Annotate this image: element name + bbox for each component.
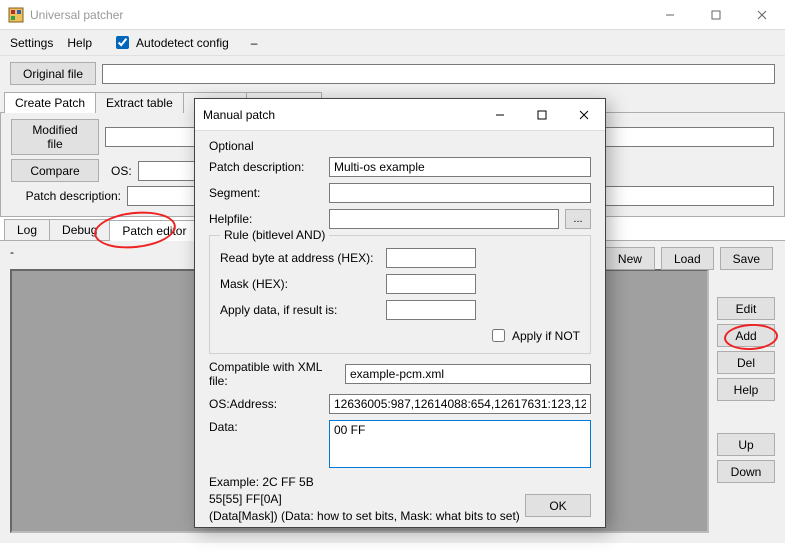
tab-create-patch[interactable]: Create Patch (4, 92, 96, 113)
titlebar: Universal patcher (0, 0, 785, 30)
dialog-maximize-button[interactable] (521, 99, 563, 131)
edit-button[interactable]: Edit (717, 297, 775, 320)
rule-legend: Rule (bitlevel AND) (220, 228, 329, 242)
data-label: Data: (209, 420, 323, 434)
dlg-patch-desc-label: Patch description: (209, 160, 323, 174)
dialog-minimize-button[interactable] (479, 99, 521, 131)
mask-label: Mask (HEX): (220, 277, 380, 291)
dlg-helpfile-browse-button[interactable]: ... (565, 209, 591, 229)
dlg-segment-label: Segment: (209, 186, 323, 200)
add-button[interactable]: Add (717, 324, 775, 347)
mask-input[interactable] (386, 274, 476, 294)
data-textarea[interactable] (329, 420, 591, 468)
read-byte-input[interactable] (386, 248, 476, 268)
compat-label: Compatible with XML file: (209, 360, 339, 388)
read-byte-label: Read byte at address (HEX): (220, 251, 380, 265)
autodetect-label: Autodetect config (136, 36, 229, 50)
tab-log[interactable]: Log (4, 219, 50, 240)
autodetect-checkbox[interactable]: Autodetect config (112, 33, 229, 52)
optional-label: Optional (209, 139, 591, 153)
patch-desc-label: Patch description: (11, 189, 121, 203)
apply-if-not-checkbox[interactable] (492, 329, 505, 342)
list-top-buttons: New Load Save (605, 247, 773, 270)
del-button[interactable]: Del (717, 351, 775, 374)
menubar: Settings Help Autodetect config – (0, 30, 785, 56)
load-button[interactable]: Load (661, 247, 714, 270)
original-file-row: Original file (0, 56, 785, 91)
dlg-segment-input[interactable] (329, 183, 591, 203)
dialog-close-button[interactable] (563, 99, 605, 131)
compare-button[interactable]: Compare (11, 159, 99, 182)
dlg-helpfile-label: Helpfile: (209, 212, 323, 226)
tab-extract-table[interactable]: Extract table (95, 92, 184, 113)
original-file-input[interactable] (102, 64, 775, 84)
apply-data-label: Apply data, if result is: (220, 303, 380, 317)
menu-settings[interactable]: Settings (10, 36, 53, 50)
down-button[interactable]: Down (717, 460, 775, 483)
example-line1: Example: 2C FF 5B (209, 474, 591, 491)
ok-button[interactable]: OK (525, 494, 591, 517)
apply-if-not-label: Apply if NOT (512, 329, 580, 343)
new-button[interactable]: New (605, 247, 655, 270)
modified-file-button[interactable]: Modified file (11, 119, 99, 155)
dlg-helpfile-input[interactable] (329, 209, 559, 229)
os-label: OS: (111, 164, 132, 178)
manual-patch-dialog: Manual patch Optional Patch description:… (194, 98, 606, 528)
tab-patch-editor[interactable]: Patch editor (109, 220, 199, 241)
help-button[interactable]: Help (717, 378, 775, 401)
compat-input[interactable] (345, 364, 591, 384)
save-button[interactable]: Save (720, 247, 773, 270)
app-icon (8, 7, 24, 23)
osaddr-label: OS:Address: (209, 397, 323, 411)
dlg-patch-desc-input[interactable] (329, 157, 591, 177)
close-button[interactable] (739, 0, 785, 30)
menu-help[interactable]: Help (67, 36, 92, 50)
osaddr-input[interactable] (329, 394, 591, 414)
menu-dash: – (251, 36, 258, 50)
original-file-button[interactable]: Original file (10, 62, 96, 85)
window-title: Universal patcher (30, 8, 647, 22)
apply-data-input[interactable] (386, 300, 476, 320)
autodetect-checkbox-input[interactable] (116, 36, 129, 49)
minimize-button[interactable] (647, 0, 693, 30)
rule-fieldset: Rule (bitlevel AND) Read byte at address… (209, 235, 591, 354)
side-buttons: Edit Add Del Help Up Down (717, 269, 775, 533)
maximize-button[interactable] (693, 0, 739, 30)
dialog-titlebar: Manual patch (195, 99, 605, 131)
tab-debug[interactable]: Debug (49, 219, 110, 240)
up-button[interactable]: Up (717, 433, 775, 456)
dialog-title: Manual patch (203, 108, 479, 122)
